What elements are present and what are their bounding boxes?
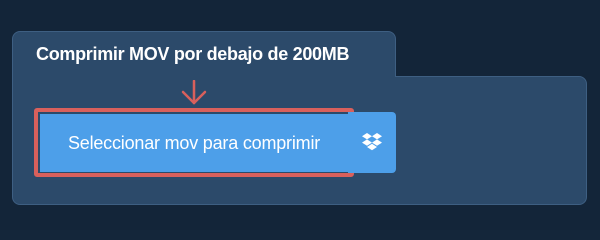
dropbox-icon (362, 133, 382, 151)
down-arrow-icon (181, 80, 207, 105)
compress-widget: Comprimir MOV por debajo de 200MB Selecc… (0, 0, 600, 230)
panel-title: Comprimir MOV por debajo de 200MB (36, 44, 350, 64)
select-file-button[interactable]: Seleccionar mov para comprimir (40, 114, 348, 172)
dropbox-button[interactable] (348, 112, 396, 173)
